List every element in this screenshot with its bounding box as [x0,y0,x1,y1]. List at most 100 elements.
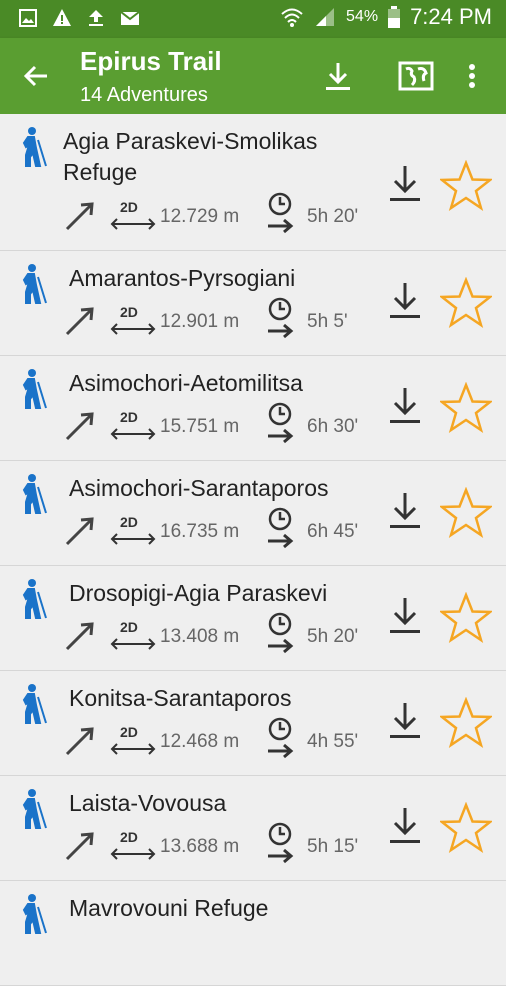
2d-distance-icon: 2D [110,409,156,440]
twod-label: 2D [120,199,138,215]
trail-distance: 13.408 m [160,626,240,647]
trail-distance: 15.751 m [160,416,240,437]
trail-row[interactable]: Agia Paraskevi-Smolikas Refuge 2D 12.729… [0,114,506,251]
trail-row[interactable]: Konitsa-Sarantaporos 2D 12.468 m 4h 55' [0,671,506,776]
download-trail-button[interactable] [388,596,422,636]
trail-row[interactable]: Amarantos-Pyrsogiani 2D 12.901 m 5h 5' [0,251,506,356]
twod-label: 2D [120,514,138,530]
arrow-back-icon [23,65,47,87]
2d-distance-icon: 2D [110,619,156,650]
ascent-icon [65,202,94,231]
hiker-icon [22,684,47,724]
trail-distance: 12.729 m [160,206,240,227]
clock-icon [268,402,294,444]
trail-stats: 2D 13.408 m 5h 20' [64,612,384,654]
star-outline-icon[interactable] [440,382,492,434]
trail-row[interactable]: Mavrovouni Refuge [0,881,506,986]
trail-duration: 6h 30' [307,416,359,437]
trail-distance: 13.688 m [160,836,240,857]
download-trail-button[interactable] [388,491,422,531]
clock-icon [268,297,294,339]
gallery-icon [19,9,37,27]
map-view-button[interactable] [394,54,438,98]
battery-icon [388,6,401,28]
trail-row[interactable]: Asimochori-Aetomilitsa 2D 15.751 m 6h 30… [0,356,506,461]
notification-icons [18,8,140,28]
download-icon [326,63,350,90]
trail-stats: 2D 12.729 m 5h 20' [64,192,384,234]
hiker-icon [22,264,47,304]
download-all-button[interactable] [316,54,360,98]
ascent-icon [65,622,94,651]
clock-icon [268,192,294,234]
trail-name: Asimochori-Sarantaporos [69,475,329,501]
2d-distance-icon: 2D [110,514,156,545]
star-outline-icon[interactable] [440,802,492,854]
trail-name: Mavrovouni Refuge [69,895,269,921]
hiker-icon [22,789,47,829]
trail-duration: 5h 20' [307,206,359,227]
twod-label: 2D [120,619,138,635]
2d-distance-icon: 2D [110,724,156,755]
trail-duration: 6h 45' [307,521,359,542]
trail-duration: 4h 55' [307,731,359,752]
download-trail-button[interactable] [388,806,422,846]
trail-distance: 16.735 m [160,521,240,542]
trail-row[interactable]: Asimochori-Sarantaporos 2D 16.735 m 6h 4… [0,461,506,566]
trail-name: Laista-Vovousa [69,790,227,816]
battery-percent: 54% [346,8,379,25]
star-outline-icon[interactable] [440,160,492,212]
ascent-icon [65,307,94,336]
star-outline-icon[interactable] [440,487,492,539]
trail-row[interactable]: Drosopigi-Agia Paraskevi 2D 13.408 m 5h … [0,566,506,671]
ascent-icon [65,727,94,756]
more-options-button[interactable] [450,54,494,98]
download-trail-button[interactable] [388,701,422,741]
page-subtitle: 14 Adventures [80,84,208,106]
twod-label: 2D [120,409,138,425]
trail-stats: 2D 12.901 m 5h 5' [64,297,384,339]
star-outline-icon[interactable] [440,277,492,329]
hiker-icon [22,474,47,514]
trail-name: Amarantos-Pyrsogiani [69,265,296,291]
clock: 7:24 PM [410,4,492,29]
ascent-icon [65,832,94,861]
trail-duration: 5h 5' [307,311,348,332]
2d-distance-icon: 2D [110,199,156,230]
trail-distance: 12.901 m [160,311,240,332]
trail-list: Agia Paraskevi-Smolikas Refuge 2D 12.729… [0,114,506,986]
2d-distance-icon: 2D [110,304,156,335]
status-bar: 54% 7:24 PM [0,0,506,38]
hiker-icon [22,127,47,167]
ascent-icon [65,517,94,546]
trail-name: Drosopigi-Agia Paraskevi [69,580,328,606]
2d-distance-icon: 2D [110,829,156,860]
trail-stats: 2D 12.468 m 4h 55' [64,717,384,759]
download-trail-button[interactable] [388,386,422,426]
back-button[interactable] [14,54,58,98]
trail-stats: 2D 15.751 m 6h 30' [64,402,384,444]
clock-icon [268,507,294,549]
trail-name: Asimochori-Aetomilitsa [69,370,303,396]
map-icon [398,61,434,91]
more-vert-icon [469,64,475,88]
clock-icon [268,612,294,654]
download-trail-button[interactable] [388,164,422,204]
trail-distance: 12.468 m [160,731,240,752]
upload-icon [89,10,103,26]
hiker-icon [22,369,47,409]
signal-icon [316,8,335,26]
email-icon [120,11,140,25]
twod-label: 2D [120,304,138,320]
star-outline-icon[interactable] [440,697,492,749]
wifi-icon [281,8,303,27]
download-trail-button[interactable] [388,281,422,321]
trail-stats: 2D 16.735 m 6h 45' [64,507,384,549]
trail-duration: 5h 15' [307,836,359,857]
trail-name: Konitsa-Sarantaporos [69,685,292,711]
trail-row[interactable]: Laista-Vovousa 2D 13.688 m 5h 15' [0,776,506,881]
twod-label: 2D [120,829,138,845]
star-outline-icon[interactable] [440,592,492,644]
clock-icon [268,717,294,759]
hiker-icon [22,894,47,934]
